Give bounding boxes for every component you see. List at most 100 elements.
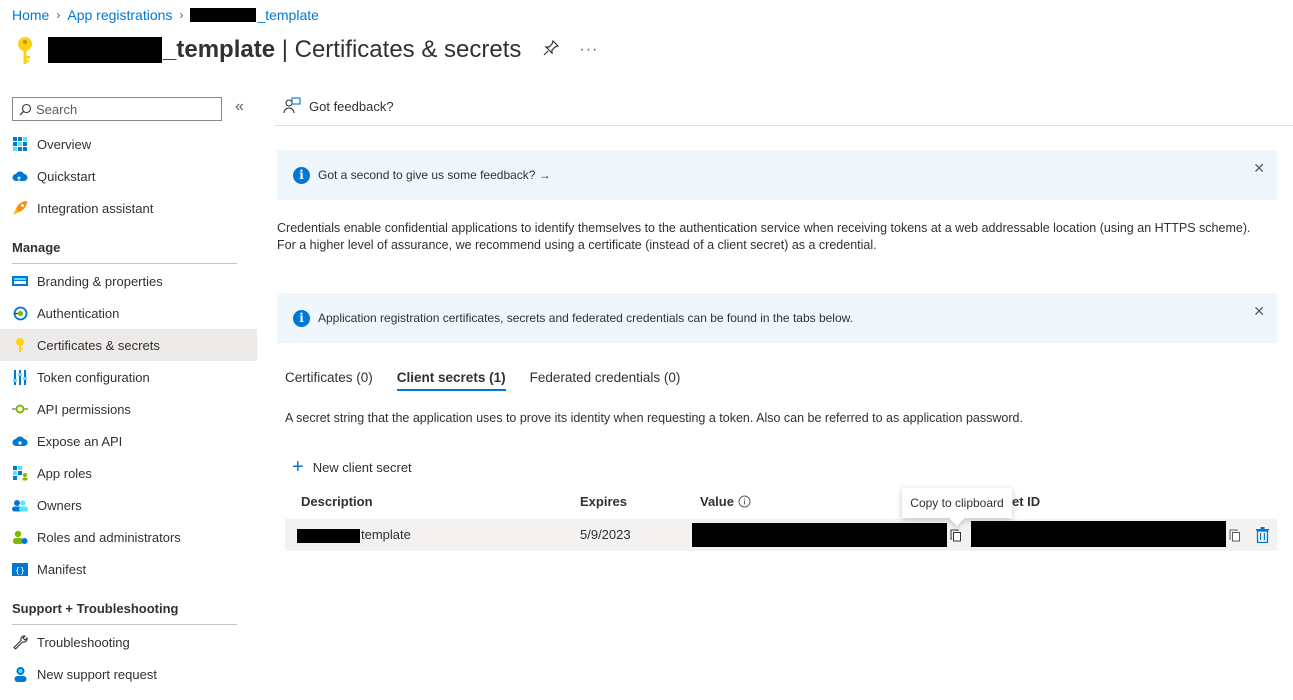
sidebar-item-label: Authentication xyxy=(37,305,120,321)
feedback-banner[interactable]: i Got a second to give us some feedback?… xyxy=(277,150,1277,200)
branding-icon xyxy=(12,273,28,289)
pin-icon[interactable] xyxy=(543,39,560,61)
sidebar-item-label: Token configuration xyxy=(37,369,150,385)
credential-tabs: Certificates (0) Client secrets (1) Fede… xyxy=(285,370,704,391)
got-feedback-button[interactable]: Got feedback? xyxy=(283,97,394,115)
sidebar-item-overview[interactable]: Overview xyxy=(0,128,257,160)
secret-expires-cell: 5/9/2023 xyxy=(580,527,631,542)
manifest-icon: {} xyxy=(12,561,28,577)
redacted-description xyxy=(297,529,360,543)
plus-icon: + xyxy=(292,456,304,478)
page-title: _template | Certificates & secrets xyxy=(163,36,522,63)
token-icon xyxy=(12,369,28,385)
sidebar-item-authentication[interactable]: Authentication xyxy=(0,297,257,329)
sidebar-item-label: Branding & properties xyxy=(37,273,163,289)
new-client-secret-button[interactable]: + New client secret xyxy=(292,457,412,477)
sidebar-item-app-roles[interactable]: App roles xyxy=(0,457,257,489)
key-icon xyxy=(18,37,32,64)
info-icon: i xyxy=(293,309,310,327)
sidebar-item-label: New support request xyxy=(37,666,157,682)
close-icon[interactable]: ✕ xyxy=(1253,303,1265,320)
sidebar-item-label: Certificates & secrets xyxy=(37,337,160,353)
divider xyxy=(275,125,1293,126)
sidebar-item-quickstart[interactable]: Quickstart xyxy=(0,160,257,192)
owners-icon xyxy=(12,497,28,513)
sidebar-item-label: Expose an API xyxy=(37,433,123,449)
breadcrumb-home[interactable]: Home xyxy=(12,7,49,23)
page-header: _template | Certificates & secrets ··· xyxy=(12,34,598,66)
column-header-description[interactable]: Description xyxy=(301,494,373,509)
sidebar-item-label: Owners xyxy=(37,497,82,513)
column-header-value[interactable]: Value xyxy=(700,494,751,509)
section-header-support: Support + Troubleshooting xyxy=(12,601,179,616)
sidebar-item-label: Troubleshooting xyxy=(37,634,130,650)
redacted-secret-value xyxy=(692,523,947,547)
feedback-banner-text: Got a second to give us some feedback? → xyxy=(318,168,551,182)
more-options-icon[interactable]: ··· xyxy=(579,41,598,59)
sidebar-item-branding[interactable]: Branding & properties xyxy=(0,265,257,297)
sidebar-item-label: Manifest xyxy=(37,561,87,577)
breadcrumb-app-registrations[interactable]: App registrations xyxy=(67,7,172,23)
collapse-sidebar-icon[interactable]: « xyxy=(235,98,244,116)
admin-icon xyxy=(12,529,28,545)
svg-text:{}: {} xyxy=(15,566,25,575)
info-banner-text: Application registration certificates, s… xyxy=(318,311,853,325)
column-header-value-label: Value xyxy=(700,494,734,509)
cloud-icon xyxy=(12,168,28,184)
search-placeholder: Search xyxy=(36,101,78,117)
rocket-icon xyxy=(12,200,28,216)
sidebar-item-expose-an-api[interactable]: Expose an API xyxy=(0,425,257,457)
info-banner: i Application registration certificates,… xyxy=(277,293,1277,343)
redacted-secret-id xyxy=(971,521,1226,547)
sidebar-item-label: Roles and administrators xyxy=(37,529,181,545)
redacted-app-name xyxy=(190,8,257,22)
chevron-right-icon: › xyxy=(56,8,61,22)
sidebar-item-label: Overview xyxy=(37,136,92,152)
column-header-expires[interactable]: Expires xyxy=(580,494,627,509)
breadcrumb-app-suffix: _template xyxy=(257,7,319,23)
sidebar-item-manifest[interactable]: {} Manifest xyxy=(0,553,257,585)
copy-value-icon[interactable] xyxy=(950,529,962,542)
feedback-label: Got feedback? xyxy=(309,98,394,114)
client-secret-description: A secret string that the application use… xyxy=(285,411,1023,425)
chevron-right-icon: › xyxy=(179,8,184,22)
breadcrumb: Home › App registrations › _template xyxy=(12,7,319,23)
search-icon xyxy=(19,103,32,115)
sidebar-item-certificates-secrets[interactable]: Certificates & secrets xyxy=(0,329,257,361)
sidebar-item-token-configuration[interactable]: Token configuration xyxy=(0,361,257,393)
close-icon[interactable]: ✕ xyxy=(1253,160,1265,177)
permissions-icon xyxy=(12,401,28,417)
new-client-secret-label: New client secret xyxy=(312,459,412,475)
secret-description-cell: template xyxy=(361,527,411,542)
sidebar-item-roles-administrators[interactable]: Roles and administrators xyxy=(0,521,257,553)
sidebar-item-label: API permissions xyxy=(37,401,131,417)
key-icon xyxy=(12,337,28,353)
sidebar-item-owners[interactable]: Owners xyxy=(0,489,257,521)
sidebar-item-api-permissions[interactable]: API permissions xyxy=(0,393,257,425)
tab-federated-credentials[interactable]: Federated credentials (0) xyxy=(530,370,681,391)
support-icon xyxy=(12,666,28,682)
roles-icon xyxy=(12,465,28,481)
column-header-secret-id[interactable]: et ID xyxy=(1012,494,1040,509)
sidebar-item-troubleshooting[interactable]: Troubleshooting xyxy=(0,626,257,658)
tab-client-secrets[interactable]: Client secrets (1) xyxy=(396,370,506,391)
sidebar-item-label: Integration assistant xyxy=(37,200,154,216)
copy-secret-id-icon[interactable] xyxy=(1229,529,1241,542)
credentials-description: Credentials enable confidential applicat… xyxy=(277,221,1251,252)
sidebar-item-integration-assistant[interactable]: Integration assistant xyxy=(0,192,257,224)
sidebar-item-new-support-request[interactable]: New support request xyxy=(0,658,257,690)
info-icon[interactable] xyxy=(738,495,751,508)
delete-icon[interactable] xyxy=(1256,527,1269,543)
sidebar-item-label: App roles xyxy=(37,465,92,481)
cloud-icon xyxy=(12,433,28,449)
grid-icon xyxy=(12,136,28,152)
sidebar-search-input[interactable]: Search xyxy=(12,97,222,121)
breadcrumb-app[interactable]: _template xyxy=(190,7,319,23)
copy-tooltip: Copy to clipboard xyxy=(902,488,1012,518)
tab-certificates[interactable]: Certificates (0) xyxy=(285,370,373,391)
redacted-app-name xyxy=(48,37,162,63)
section-header-manage: Manage xyxy=(12,240,61,255)
sidebar: Search « Overview Quickstart Integration… xyxy=(0,92,257,700)
sidebar-item-label: Quickstart xyxy=(37,168,96,184)
divider xyxy=(12,624,237,625)
